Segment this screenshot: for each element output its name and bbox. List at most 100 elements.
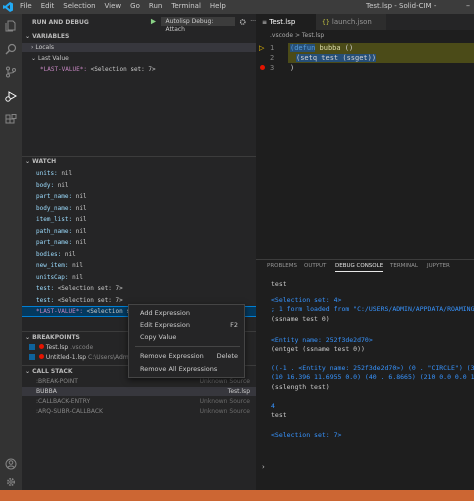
activity-bar (0, 14, 22, 490)
console-prompt-icon: › (262, 463, 265, 471)
menu-edit[interactable]: Edit (41, 2, 55, 10)
minimize-icon[interactable]: – (466, 1, 470, 10)
chevron-down-icon: ⌄ (25, 33, 31, 40)
status-bar (0, 490, 474, 501)
breakpoint-dot-icon[interactable] (260, 65, 265, 70)
breakpoint-dot-icon (38, 354, 44, 359)
last-value-variable[interactable]: *LAST-VALUE*: <Selection set: 7> (22, 65, 256, 74)
tab-label: Test.lsp (269, 18, 296, 26)
frame-name: :ARQ-SUBR-CALLBACK (36, 408, 103, 415)
watch-expression[interactable]: unitsCap: nil (22, 273, 256, 282)
menu-item-shortcut: Delete (216, 352, 238, 360)
copy-value-menu-item[interactable]: Copy Value (129, 332, 246, 342)
frame-source: Unknown Source (199, 408, 250, 415)
tab-output[interactable]: OUTPUT (304, 263, 326, 269)
edit-expression-menu-item[interactable]: Edit Expression F2 (129, 320, 246, 330)
file-icon: ≡ (262, 19, 268, 26)
manage-gear-icon[interactable] (5, 476, 17, 488)
remove-all-expressions-menu-item[interactable]: Remove All Expressions (129, 364, 246, 374)
run-debug-icon[interactable] (5, 90, 17, 102)
run-debug-sidebar: RUN AND DEBUG Autolisp Debug: Attach ···… (22, 14, 256, 490)
watch-name: unitsCap: (36, 273, 69, 281)
watch-expression[interactable]: test: <Selection set: 7> (22, 284, 256, 293)
tab-debug-console[interactable]: DEBUG CONSOLE (335, 263, 384, 272)
menu-view[interactable]: View (105, 2, 122, 10)
tab-launch-json[interactable]: {} launch.json (316, 14, 386, 30)
menu-terminal[interactable]: Terminal (171, 2, 201, 10)
watch-expression[interactable]: new_item: nil (22, 261, 256, 270)
chevron-down-icon: ⌄ (31, 55, 37, 62)
watch-expression[interactable]: part_name: nil (22, 238, 256, 247)
menu-help[interactable]: Help (210, 2, 226, 10)
console-line: (ssname test 0) (271, 315, 330, 323)
watch-expression[interactable]: bodies: nil (22, 250, 256, 259)
function-token: bubba (315, 44, 341, 52)
launch-config-select[interactable]: Autolisp Debug: Attach (160, 17, 235, 33)
callstack-frame[interactable]: BUBBA Test.lsp (22, 387, 256, 396)
console-line: <Selection set: 4> (271, 296, 342, 304)
watch-value: nil (75, 193, 87, 200)
console-line: ((-1 . <Entity name: 252f3de2d70>) (0 . … (271, 364, 474, 372)
menu-go[interactable]: Go (130, 2, 140, 10)
chevron-right-icon: › (31, 44, 34, 51)
watch-expression[interactable]: path_name: nil (22, 227, 256, 236)
menu-item-label: Add Expression (140, 309, 190, 317)
watch-name: path_name: (36, 227, 73, 235)
account-icon[interactable] (5, 458, 17, 470)
watch-expression[interactable]: body_name: nil (22, 204, 256, 213)
start-debugging-icon[interactable] (150, 18, 157, 25)
watch-name: part_name: (36, 239, 73, 246)
watch-name: bodies: (36, 250, 62, 258)
variable-name: *LAST-VALUE*: (40, 66, 87, 73)
menu-file[interactable]: File (20, 2, 32, 10)
tab-problems[interactable]: PROBLEMS (267, 263, 297, 269)
panel-divider (256, 259, 474, 260)
source-control-icon[interactable] (5, 66, 17, 78)
watch-value: nil (57, 181, 69, 189)
watch-name: test: (36, 296, 55, 304)
checkbox-checked-icon[interactable] (29, 344, 35, 350)
watch-value: <Selection set: 7> (57, 285, 123, 292)
tab-jupyter[interactable]: JUPYTER (427, 263, 450, 269)
debug-toolbar: Autolisp Debug: Attach ··· (150, 17, 256, 33)
watch-section-header[interactable]: ⌄ WATCH (22, 157, 256, 166)
callstack-frame[interactable]: :BREAK-POINT Unknown Source (22, 377, 256, 386)
watch-title: WATCH (32, 158, 57, 165)
locals-scope[interactable]: › Locals (22, 43, 256, 52)
watch-expression[interactable]: part_name: nil (22, 192, 256, 201)
add-expression-menu-item[interactable]: Add Expression (129, 308, 246, 318)
chevron-down-icon: ⌄ (25, 368, 31, 375)
last-value-scope[interactable]: ⌄ Last Value (22, 54, 256, 63)
watch-name: test: (36, 285, 55, 292)
watch-name: part_name: (36, 193, 73, 200)
watch-value: nil (64, 250, 76, 258)
variables-title: VARIABLES (32, 33, 70, 40)
extensions-icon[interactable] (5, 114, 17, 126)
callstack-frame[interactable]: :ARQ-SUBR-CALLBACK Unknown Source (22, 407, 256, 416)
window-controls: – (466, 1, 470, 10)
tab-test-lsp[interactable]: ≡ Test.lsp (256, 14, 316, 30)
breakpoint-path: C:\Users\Admi (88, 354, 131, 361)
breadcrumb[interactable]: .vscode > Test.lsp (270, 32, 324, 39)
watch-expression[interactable]: units: nil (22, 169, 256, 178)
checkbox-checked-icon[interactable] (29, 354, 35, 360)
watch-name: body_name: (36, 204, 73, 212)
callstack-frame[interactable]: :CALLBACK-ENTRY Unknown Source (22, 397, 256, 406)
menu-item-label: Remove All Expressions (140, 365, 218, 373)
remove-expression-menu-item[interactable]: Remove Expression Delete (129, 351, 246, 361)
chevron-down-icon: ⌄ (25, 334, 31, 341)
frame-source: Unknown Source (199, 378, 250, 385)
explorer-icon[interactable] (5, 20, 17, 32)
watch-expression[interactable]: item_list: nil (22, 215, 256, 224)
menu-selection[interactable]: Selection (63, 2, 95, 10)
variables-section-header[interactable]: ⌄ VARIABLES (22, 32, 256, 41)
watch-expression[interactable]: body: nil (22, 181, 256, 190)
search-icon[interactable] (5, 43, 17, 55)
settings-gear-icon[interactable] (239, 18, 246, 26)
tab-terminal[interactable]: TERMINAL (390, 263, 418, 269)
console-input[interactable] (268, 460, 468, 471)
line-number: 2 (270, 54, 275, 62)
code-editor[interactable]: ▷ 1 (defun bubba () 2 (setq test (ssget)… (256, 40, 474, 260)
keyword-token: (defun (290, 44, 316, 52)
menu-run[interactable]: Run (149, 2, 162, 10)
